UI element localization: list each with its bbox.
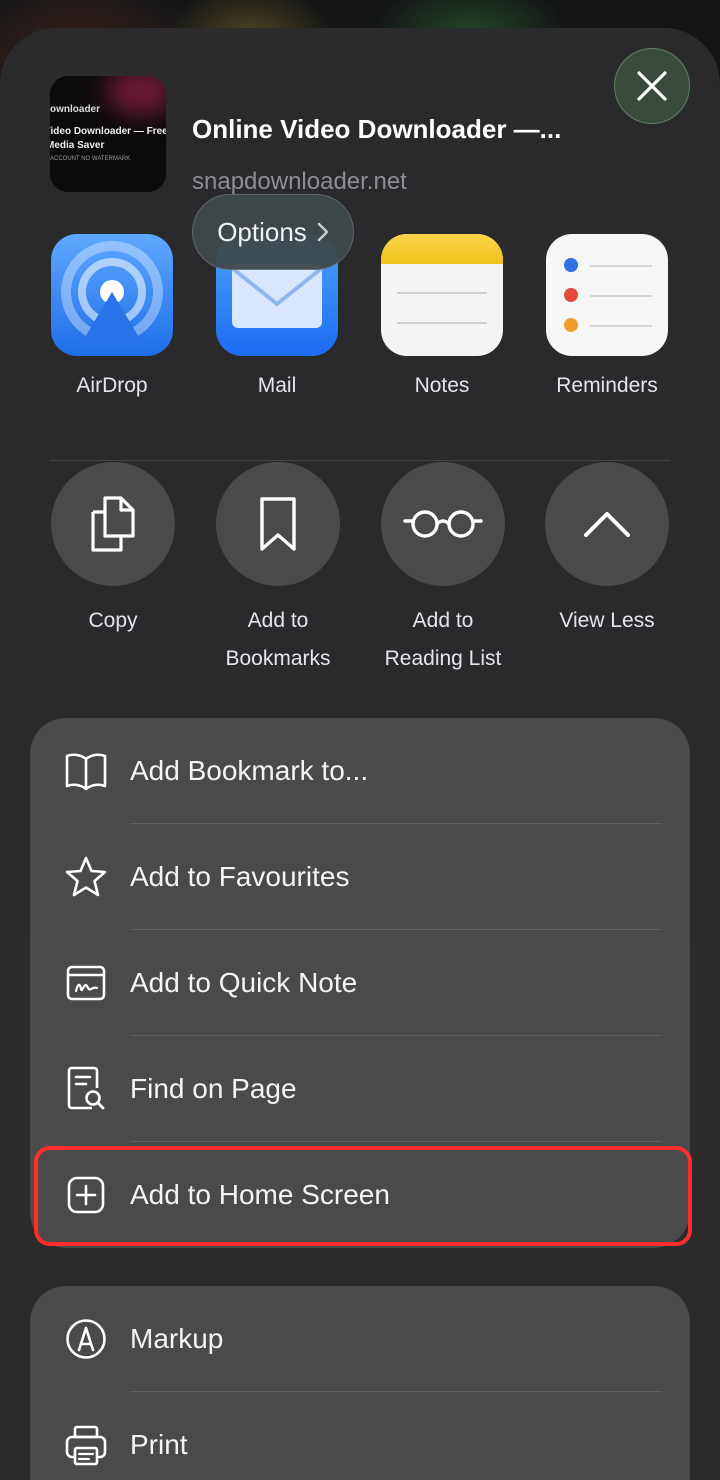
options-label: Options	[217, 216, 307, 247]
action-label: Copy	[88, 609, 138, 632]
menu-item-print[interactable]: Print	[30, 1392, 690, 1480]
thumbnail-text: ownloader	[50, 104, 101, 115]
menu-item-add-to-quick-note[interactable]: Add to Quick Note	[30, 930, 690, 1036]
plus-square-icon	[64, 1173, 108, 1217]
app-label: Mail	[257, 374, 297, 397]
divider	[50, 460, 670, 461]
chevron-up-icon	[584, 512, 630, 537]
share-sheet: ownloader Video Downloader — Free Media …	[0, 28, 720, 1480]
star-icon	[64, 855, 108, 899]
action-label: Reading List	[384, 647, 502, 670]
app-label: Reminders	[556, 374, 658, 397]
menu-item-label: Markup	[130, 1323, 224, 1354]
find-on-page-icon	[64, 1066, 108, 1111]
action-label: Add to	[247, 609, 309, 632]
action-view-less[interactable]: View Less	[522, 462, 692, 640]
menu-item-add-to-favourites[interactable]: Add to Favourites	[30, 824, 690, 930]
action-list-group: Add Bookmark to... Add to Favourites Add…	[30, 718, 690, 1248]
bookmark-icon	[260, 497, 296, 551]
chevron-right-icon	[317, 222, 328, 242]
page-domain: snapdownloader.net	[192, 168, 407, 195]
thumbnail-text: Media Saver	[50, 140, 105, 151]
notes-icon	[381, 234, 503, 356]
menu-item-label: Add to Quick Note	[130, 967, 358, 998]
action-list-group-2: Markup Print	[30, 1286, 690, 1480]
book-icon	[64, 749, 108, 793]
airdrop-icon	[51, 234, 173, 356]
quick-note-icon	[64, 961, 108, 1005]
close-icon	[637, 71, 667, 101]
menu-item-add-bookmark-to[interactable]: Add Bookmark to...	[30, 718, 690, 824]
thumbnail-text: ACCOUNT NO WATERMARK	[50, 156, 131, 162]
action-copy[interactable]: Copy	[28, 462, 198, 640]
thumbnail-text: Video Downloader — Free	[50, 126, 166, 137]
menu-item-label: Print	[130, 1429, 188, 1460]
action-add-to-bookmarks[interactable]: Add to Bookmarks	[193, 462, 363, 678]
glasses-icon	[403, 510, 483, 538]
close-button[interactable]	[614, 48, 690, 124]
action-add-to-reading-list[interactable]: Add to Reading List	[358, 462, 528, 678]
markup-icon	[64, 1317, 108, 1361]
action-label: View Less	[559, 609, 655, 632]
menu-item-find-on-page[interactable]: Find on Page	[30, 1036, 690, 1142]
page-thumbnail: ownloader Video Downloader — Free Media …	[50, 76, 166, 192]
copy-icon	[91, 496, 135, 552]
options-button[interactable]: Options	[192, 194, 354, 270]
menu-item-markup[interactable]: Markup	[30, 1286, 690, 1392]
menu-item-label: Add to Home Screen	[130, 1179, 390, 1210]
menu-item-label: Find on Page	[130, 1073, 297, 1104]
action-label: Add to	[412, 609, 474, 632]
app-label: AirDrop	[76, 374, 148, 397]
action-label: Bookmarks	[225, 647, 331, 670]
app-airdrop[interactable]: AirDrop	[50, 234, 174, 398]
printer-icon	[64, 1423, 108, 1467]
menu-item-label: Add Bookmark to...	[130, 755, 369, 786]
page-title: Online Video Downloader —...	[192, 114, 562, 144]
app-label: Notes	[414, 374, 470, 397]
app-reminders[interactable]: Reminders	[545, 234, 669, 398]
menu-item-add-to-home-screen[interactable]: Add to Home Screen	[30, 1142, 690, 1248]
reminders-icon	[546, 234, 668, 356]
app-notes[interactable]: Notes	[380, 234, 504, 398]
menu-item-label: Add to Favourites	[130, 861, 350, 892]
